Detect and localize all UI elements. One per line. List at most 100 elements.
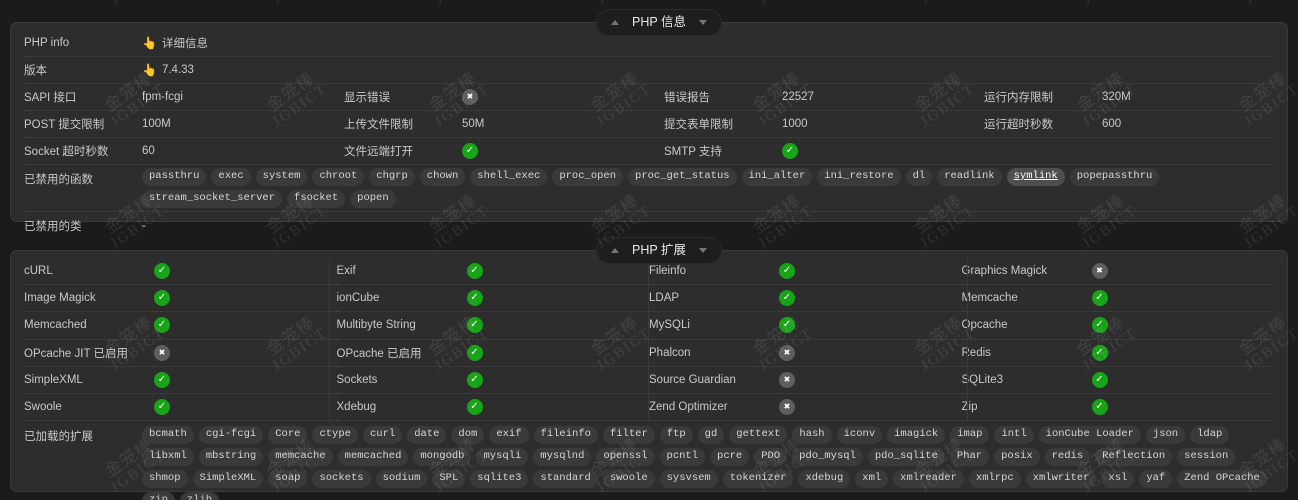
loaded-extension-tag[interactable]: ftp — [659, 426, 693, 445]
loaded-extension-tag[interactable]: xmlrpc — [968, 470, 1021, 489]
disabled-function-tag[interactable]: chroot — [312, 168, 365, 186]
loaded-extension-tag[interactable]: standard — [533, 470, 598, 489]
disabled-function-tag[interactable]: fsocket — [287, 190, 346, 208]
disabled-function-tag[interactable]: exec — [211, 168, 251, 186]
loaded-extension-tag[interactable]: mysqlnd — [533, 448, 592, 467]
loaded-extension-tag[interactable]: ldap — [1190, 426, 1230, 445]
loaded-extension-tag[interactable]: soap — [268, 470, 308, 489]
loaded-extension-tag[interactable]: mongodb — [413, 448, 472, 467]
loaded-extension-tag[interactable]: imagick — [887, 426, 946, 445]
extension-cell: Sockets — [336, 367, 649, 394]
disabled-function-tag[interactable]: stream_socket_server — [142, 190, 283, 208]
loaded-extension-tag[interactable]: posix — [994, 448, 1040, 467]
extension-cell: SQLite3 — [961, 367, 1274, 394]
disabled-function-tag[interactable]: system — [255, 168, 308, 186]
loaded-extension-tag[interactable]: ctype — [312, 426, 358, 445]
loaded-extension-tag[interactable]: zip — [142, 492, 175, 500]
loaded-extension-tag[interactable]: openssl — [596, 448, 655, 467]
disabled-function-tag[interactable]: popepassthru — [1069, 168, 1160, 186]
loaded-extension-tag[interactable]: SPL — [432, 470, 466, 489]
watermark-text: 金笼棒JGBICT — [422, 0, 493, 9]
disabled-function-tag[interactable]: proc_get_status — [628, 168, 737, 186]
loaded-extension-tag[interactable]: json — [1145, 426, 1186, 445]
loaded-extension-tag[interactable]: mbstring — [198, 448, 264, 467]
loaded-extension-tag[interactable]: memcached — [337, 448, 409, 467]
loaded-extension-tag[interactable]: session — [1177, 448, 1236, 467]
loaded-extension-tag[interactable]: dom — [451, 426, 485, 445]
extension-name: Phalcon — [649, 346, 691, 359]
loaded-extension-tag[interactable]: hash — [792, 426, 832, 445]
loaded-extension-tag[interactable]: PDO — [754, 448, 788, 467]
loaded-extension-tag[interactable]: pcre — [710, 448, 750, 467]
php-info-panel-title[interactable]: PHP 信息 — [597, 10, 721, 35]
php-version-link[interactable]: 7.4.33 — [162, 64, 194, 76]
loaded-extension-tag[interactable]: bcmath — [142, 426, 194, 445]
loaded-extension-tag[interactable]: gd — [697, 426, 725, 445]
loaded-extension-tag[interactable]: Phar — [949, 448, 990, 467]
check-circle-icon — [1091, 290, 1108, 307]
loaded-extension-tag[interactable]: ionCube Loader — [1038, 426, 1141, 445]
disabled-function-tag[interactable]: symlink — [1006, 168, 1065, 186]
disabled-function-tag[interactable]: proc_open — [552, 168, 624, 186]
loaded-extension-tag[interactable]: Core — [268, 426, 308, 445]
loaded-extension-tag[interactable]: tokenizer — [722, 470, 794, 489]
loaded-extension-tag[interactable]: iconv — [836, 426, 883, 445]
loaded-extension-tag[interactable]: pdo_sqlite — [867, 448, 945, 467]
loaded-extension-tag[interactable]: pdo_mysql — [792, 448, 863, 467]
disabled-function-tag[interactable]: chown — [419, 168, 466, 186]
loaded-extension-tag[interactable]: memcache — [268, 448, 333, 467]
loaded-extension-tag[interactable]: shmop — [142, 470, 188, 489]
watermark-en: JGBICT — [594, 0, 655, 9]
extension-cell: Xdebug — [336, 394, 649, 422]
loaded-extension-tag[interactable]: pcntl — [659, 448, 706, 467]
php-ext-title-label: PHP 扩展 — [632, 243, 686, 257]
disabled-function-tag[interactable]: chgrp — [369, 168, 415, 186]
php-ext-panel-title[interactable]: PHP 扩展 — [597, 238, 721, 263]
row-value[interactable]: 👆 详细信息 — [142, 30, 344, 56]
loaded-extension-tag[interactable]: intl — [994, 426, 1034, 445]
watermark-en: JGBICT — [0, 80, 7, 130]
loaded-extension-tag[interactable]: date — [407, 426, 447, 445]
disabled-function-tag[interactable]: dl — [905, 168, 933, 186]
loaded-extension-tag[interactable]: exif — [489, 426, 529, 445]
loaded-extension-tag[interactable]: yaf — [1139, 470, 1173, 489]
row-value[interactable]: 👆 7.4.33 — [142, 57, 344, 83]
loaded-extension-tag[interactable]: xmlreader — [893, 470, 964, 489]
disabled-function-tag[interactable]: popen — [350, 190, 396, 208]
loaded-extension-tag[interactable]: xml — [855, 470, 889, 489]
extension-cell: Zip — [961, 394, 1274, 422]
loaded-extension-tag[interactable]: SimpleXML — [192, 470, 264, 489]
loaded-extension-tag[interactable]: swoole — [602, 470, 655, 489]
loaded-extension-tag[interactable]: xmlwriter — [1025, 470, 1097, 489]
extension-name: Exif — [336, 265, 356, 278]
disabled-function-tag[interactable]: ini_restore — [817, 168, 901, 186]
loaded-extension-tag[interactable]: sodium — [375, 470, 428, 489]
loaded-extension-tag[interactable]: cgi-fcgi — [198, 426, 264, 445]
check-circle-icon — [779, 263, 795, 280]
extension-name: cURL — [24, 265, 53, 278]
disabled-classes-label: 已禁用的类 — [24, 220, 82, 233]
loaded-extension-tag[interactable]: filter — [602, 426, 655, 445]
disabled-function-tag[interactable]: passthru — [142, 168, 207, 186]
disabled-function-tag[interactable]: readlink — [937, 168, 1002, 186]
loaded-extension-tag[interactable]: sysvsem — [659, 470, 718, 489]
loaded-extension-tag[interactable]: Reflection — [1095, 448, 1173, 467]
loaded-extension-tag[interactable]: fileinfo — [533, 426, 598, 445]
loaded-extension-tag[interactable]: sockets — [312, 470, 371, 489]
loaded-extension-tag[interactable]: Zend OPcache — [1177, 470, 1267, 489]
loaded-extension-tag[interactable]: redis — [1044, 448, 1091, 467]
loaded-extension-tag[interactable]: sqlite3 — [470, 470, 529, 489]
column-divider — [967, 258, 968, 420]
loaded-extension-tag[interactable]: xdebug — [798, 470, 851, 489]
php-info-detail-link[interactable]: 详细信息 — [162, 35, 208, 51]
loaded-extension-tag[interactable]: gettext — [729, 426, 788, 445]
loaded-extension-tag[interactable]: curl — [362, 426, 403, 445]
loaded-extension-tag[interactable]: xsl — [1101, 470, 1135, 489]
extension-cell: Source Guardian — [649, 367, 962, 394]
loaded-extension-tag[interactable]: libxml — [142, 448, 194, 467]
loaded-extension-tag[interactable]: imap — [950, 426, 990, 445]
disabled-function-tag[interactable]: ini_alter — [741, 168, 813, 186]
loaded-extension-tag[interactable]: mysqli — [476, 448, 529, 467]
disabled-function-tag[interactable]: shell_exec — [470, 168, 548, 186]
loaded-extension-tag[interactable]: zlib — [179, 492, 220, 500]
